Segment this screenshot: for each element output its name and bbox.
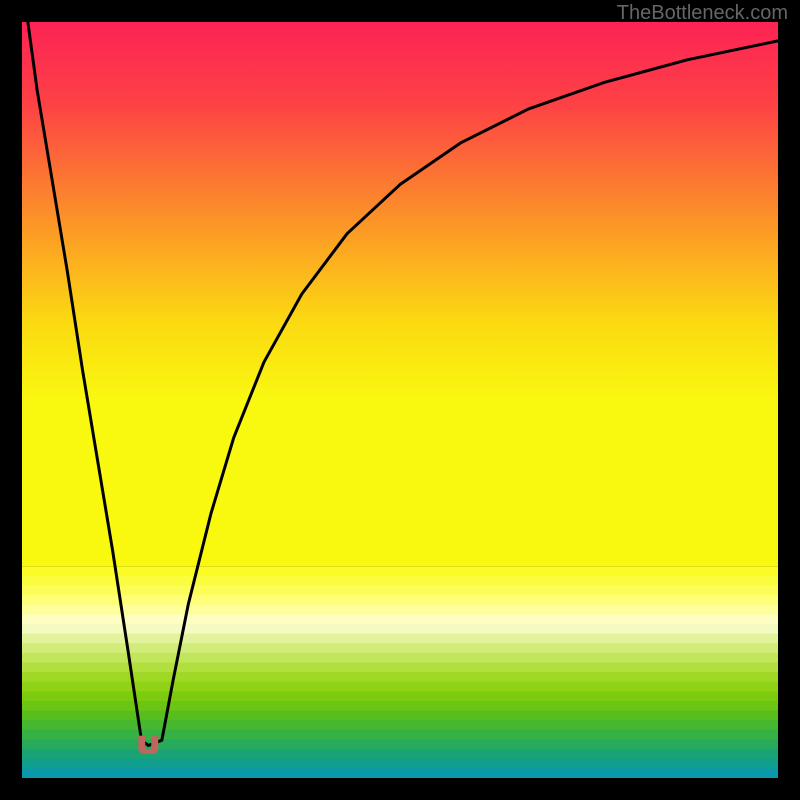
background-band: [22, 749, 778, 759]
background-band: [22, 586, 778, 596]
background-band: [22, 720, 778, 730]
background-band: [22, 672, 778, 682]
plot-area: [22, 22, 778, 778]
background-band: [22, 730, 778, 740]
background-gradient: [22, 22, 778, 566]
background-band: [22, 653, 778, 663]
chart-frame: TheBottleneck.com: [0, 0, 800, 800]
background-band: [22, 605, 778, 615]
background-band: [22, 566, 778, 576]
background-band: [22, 595, 778, 605]
background-band: [22, 740, 778, 750]
chart-svg: [22, 22, 778, 778]
background-band: [22, 634, 778, 644]
background-band: [22, 663, 778, 673]
background-band: [22, 759, 778, 769]
watermark-text: TheBottleneck.com: [617, 2, 788, 25]
background-band: [22, 624, 778, 634]
background-band: [22, 614, 778, 624]
background-band: [22, 576, 778, 586]
background-band: [22, 711, 778, 721]
background-band: [22, 643, 778, 653]
background-band: [22, 768, 778, 778]
